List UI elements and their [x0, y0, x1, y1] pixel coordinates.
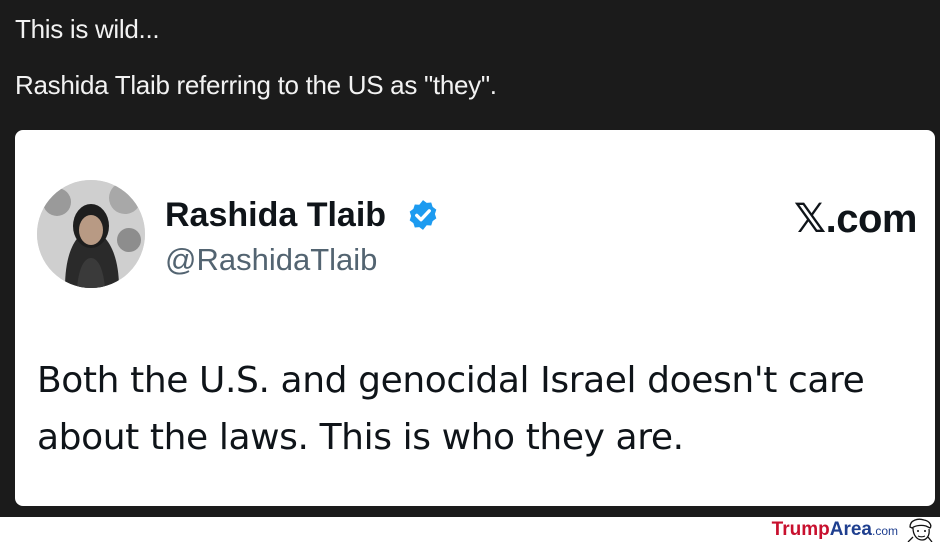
watermark-trump: Trump [771, 518, 830, 540]
x-brand-logo[interactable]: 𝕏.com [794, 196, 918, 242]
watermark-text: TrumpArea.com [772, 519, 898, 541]
avatar-image [37, 180, 145, 288]
post-text-line-1: This is wild... [15, 14, 160, 44]
avatar[interactable] [37, 180, 145, 288]
user-handle[interactable]: @RashidaTlaib [165, 242, 377, 278]
watermark[interactable]: TrumpArea.com [772, 517, 936, 543]
tweet-text: Both the U.S. and genocidal Israel doesn… [37, 360, 865, 458]
embedded-tweet-card[interactable]: Rashida Tlaib @RashidaTlaib 𝕏.com Both t… [15, 130, 935, 506]
watermark-tld: .com [871, 523, 898, 538]
watermark-area: Area [829, 518, 872, 540]
display-name[interactable]: Rashida Tlaib [165, 196, 386, 235]
post-panel: This is wild... Rashida Tlaib referring … [0, 0, 940, 517]
post-text-line-2: Rashida Tlaib referring to the US as "th… [15, 70, 497, 100]
caricature-logo-icon [904, 517, 936, 543]
verified-badge-icon [406, 198, 440, 232]
